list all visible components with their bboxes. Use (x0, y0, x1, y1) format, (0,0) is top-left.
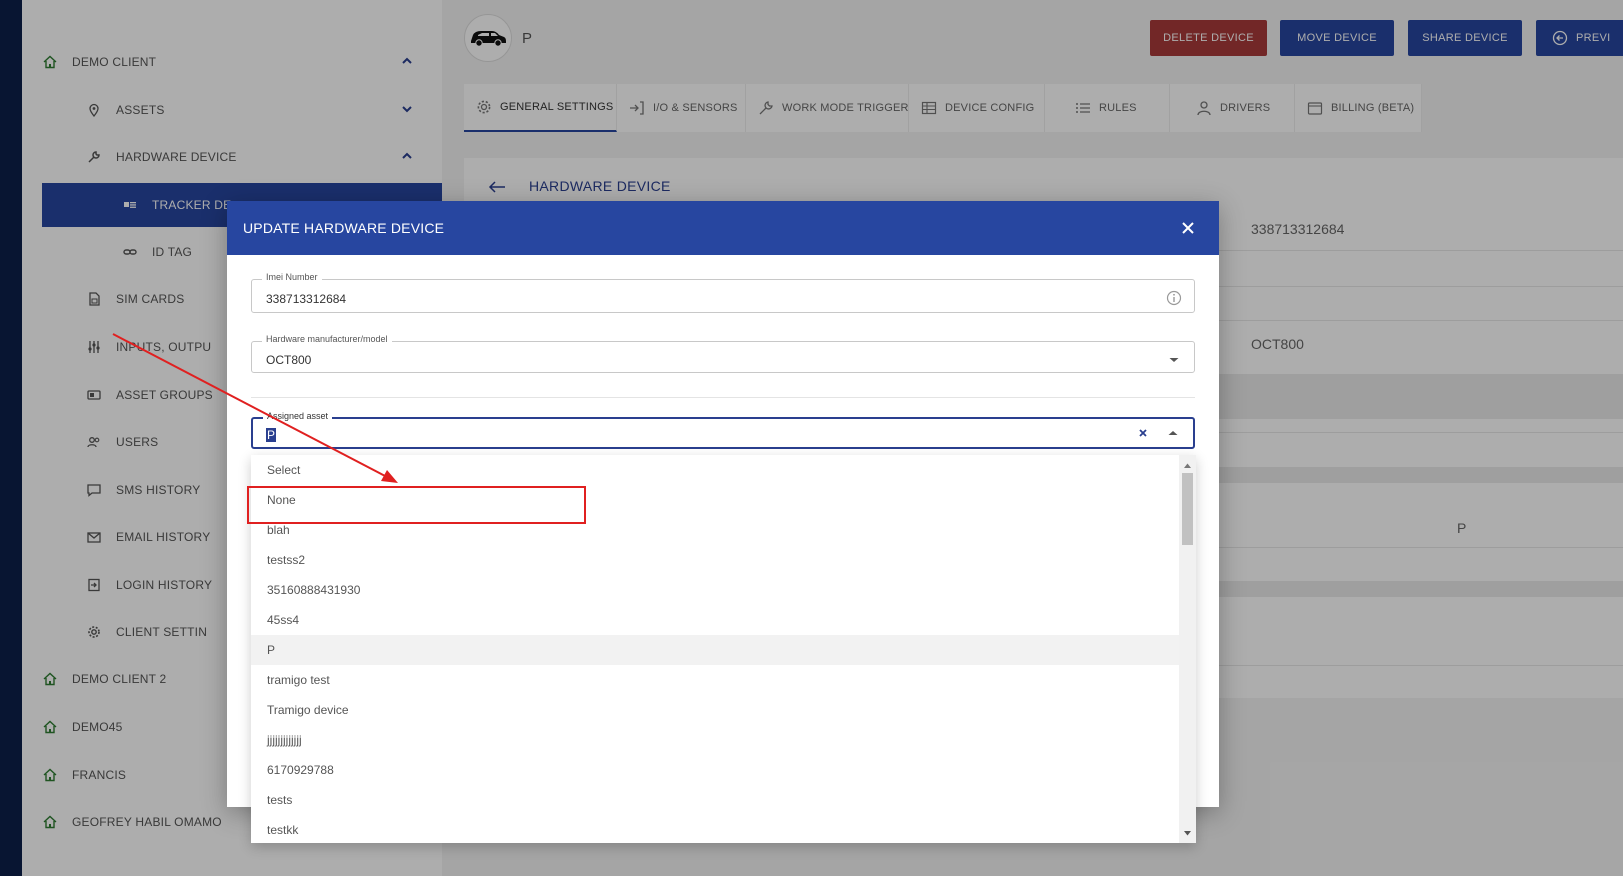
option-select[interactable]: Select (251, 455, 1179, 485)
option-item-highlighted[interactable]: P (251, 635, 1179, 665)
imei-label: Imei Number (262, 272, 322, 282)
option-item[interactable]: testss2 (251, 545, 1179, 575)
option-item[interactable]: 45ss4 (251, 605, 1179, 635)
scrollbar-thumb[interactable] (1182, 473, 1193, 545)
option-item[interactable]: testkk (251, 815, 1179, 843)
imei-value: 338713312684 (266, 292, 347, 306)
model-label: Hardware manufacturer/model (262, 334, 392, 344)
option-item[interactable]: jjjjjjjjjjjjj (251, 725, 1179, 755)
annotation-highlight-box (247, 486, 586, 524)
close-icon[interactable] (1177, 217, 1199, 239)
modal-title: UPDATE HARDWARE DEVICE (243, 220, 445, 236)
caret-up-icon[interactable] (1165, 425, 1181, 441)
option-item[interactable]: Tramigo device (251, 695, 1179, 725)
info-icon[interactable] (1166, 290, 1182, 306)
option-item[interactable]: tests (251, 785, 1179, 815)
caret-down-icon (1166, 352, 1182, 368)
divider (251, 397, 1195, 398)
hardware-model-select[interactable]: Hardware manufacturer/model OCT800 (251, 334, 1195, 373)
option-item[interactable]: tramigo test (251, 665, 1179, 695)
asset-input-value: P (266, 428, 277, 442)
imei-field[interactable]: Imei Number 338713312684 (251, 272, 1195, 313)
clear-icon[interactable] (1137, 427, 1153, 443)
scroll-up-icon[interactable] (1183, 458, 1192, 472)
option-item[interactable]: 6170929788 (251, 755, 1179, 785)
option-item[interactable]: 35160888431930 (251, 575, 1179, 605)
asset-label: Assigned asset (263, 411, 333, 421)
scroll-down-icon[interactable] (1183, 826, 1192, 840)
model-value: OCT800 (266, 353, 312, 367)
assigned-asset-select[interactable]: Assigned asset P (251, 411, 1195, 449)
modal-header: UPDATE HARDWARE DEVICE (227, 201, 1219, 255)
dropdown-scrollbar[interactable] (1179, 455, 1196, 843)
asset-input: P (266, 428, 277, 442)
